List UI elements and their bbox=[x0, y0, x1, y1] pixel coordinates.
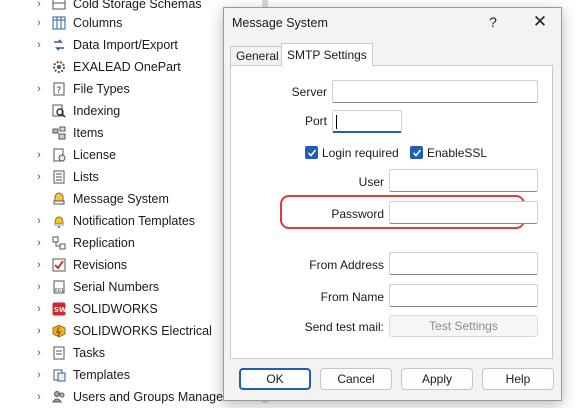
dialog-title: Message System bbox=[232, 16, 328, 30]
port-field[interactable] bbox=[332, 110, 402, 133]
check-icon bbox=[307, 148, 316, 157]
send-test-mail-label: Send test mail: bbox=[304, 320, 384, 334]
chevron-right-icon[interactable]: › bbox=[34, 0, 44, 11]
templates-icon bbox=[52, 368, 66, 382]
enable-ssl-checkbox[interactable] bbox=[410, 146, 423, 159]
chevron-right-icon[interactable]: › bbox=[34, 82, 44, 96]
notification-bell-icon bbox=[52, 214, 66, 228]
check-icon bbox=[412, 148, 421, 157]
user-label: User bbox=[358, 175, 384, 189]
data-import-export-icon bbox=[52, 38, 66, 52]
tree-item-label: Cold Storage Schemas bbox=[73, 0, 202, 11]
tree-item-label: File Types bbox=[73, 82, 130, 96]
password-label: Password bbox=[331, 207, 384, 221]
password-field[interactable] bbox=[389, 201, 538, 224]
chevron-right-icon[interactable]: › bbox=[34, 280, 44, 294]
tree-item-label: Lists bbox=[73, 170, 99, 184]
from-name-label: From Name bbox=[320, 290, 384, 304]
tree-item-label: Templates bbox=[73, 368, 130, 382]
chevron-right-icon[interactable]: › bbox=[34, 16, 44, 30]
apply-button[interactable]: Apply bbox=[401, 368, 473, 390]
tab-general[interactable]: General bbox=[230, 46, 285, 65]
chevron-right-icon[interactable]: › bbox=[34, 302, 44, 316]
tree-item-label: Replication bbox=[73, 236, 135, 250]
cold-storage-icon bbox=[52, 0, 66, 11]
lists-icon bbox=[52, 170, 66, 184]
message-system-icon bbox=[52, 192, 66, 206]
items-icon bbox=[52, 126, 66, 140]
gear-icon bbox=[52, 60, 66, 74]
chevron-right-icon[interactable]: › bbox=[34, 346, 44, 360]
chevron-right-icon[interactable]: › bbox=[34, 148, 44, 162]
tree-item-label: SOLIDWORKS bbox=[73, 302, 158, 316]
login-required-checkbox[interactable] bbox=[305, 146, 318, 159]
svg-text:SW: SW bbox=[54, 306, 66, 314]
serial-numbers-icon: 001 bbox=[52, 280, 66, 294]
indexing-icon bbox=[52, 104, 66, 118]
tree-item-label: License bbox=[73, 148, 117, 162]
cancel-button[interactable]: Cancel bbox=[320, 368, 392, 390]
chevron-right-icon[interactable]: › bbox=[34, 236, 44, 250]
columns-icon bbox=[52, 16, 66, 30]
replication-icon bbox=[52, 236, 66, 250]
tree-item-label: Indexing bbox=[73, 104, 121, 118]
from-address-field[interactable] bbox=[389, 252, 538, 275]
revisions-icon bbox=[52, 258, 66, 272]
tree-item-label: Message System bbox=[73, 192, 169, 206]
tree-item-label: SOLIDWORKS Electrical bbox=[73, 324, 212, 338]
tree-item-label: Data Import/Export bbox=[73, 38, 178, 52]
tree-item-label: EXALEAD OnePart bbox=[73, 60, 181, 74]
message-system-dialog: Message System ? ✕ General SMTP Settings… bbox=[223, 7, 562, 401]
license-icon bbox=[52, 148, 66, 162]
from-name-field[interactable] bbox=[389, 284, 538, 307]
server-field[interactable] bbox=[332, 80, 538, 103]
tree-item-label: Notification Templates bbox=[73, 214, 196, 228]
svg-text:001: 001 bbox=[55, 288, 65, 294]
file-types-icon: ? bbox=[52, 82, 66, 96]
user-field[interactable] bbox=[389, 169, 538, 192]
tab-smtp-settings[interactable]: SMTP Settings bbox=[281, 43, 373, 66]
test-settings-button[interactable]: Test Settings bbox=[389, 315, 538, 337]
close-icon[interactable]: ✕ bbox=[527, 10, 553, 34]
svg-text:?: ? bbox=[57, 86, 62, 96]
chevron-right-icon[interactable]: › bbox=[34, 324, 44, 338]
focus-underline bbox=[333, 131, 401, 133]
chevron-right-icon[interactable]: › bbox=[34, 258, 44, 272]
chevron-right-icon[interactable]: › bbox=[34, 214, 44, 228]
title-help-button[interactable]: ? bbox=[480, 10, 506, 34]
login-required-label[interactable]: Login required bbox=[322, 146, 399, 160]
chevron-right-icon[interactable]: › bbox=[34, 170, 44, 184]
help-button[interactable]: Help bbox=[482, 368, 554, 390]
chevron-right-icon[interactable]: › bbox=[34, 38, 44, 52]
enable-ssl-label[interactable]: EnableSSL bbox=[427, 146, 487, 160]
tree-item-label: Columns bbox=[73, 16, 123, 30]
chevron-right-icon[interactable]: › bbox=[34, 368, 44, 382]
tasks-icon bbox=[52, 346, 66, 360]
tree-item-label: Revisions bbox=[73, 258, 128, 272]
server-label: Server bbox=[291, 85, 327, 99]
port-label: Port bbox=[304, 114, 327, 128]
tree-item-label: Serial Numbers bbox=[73, 280, 160, 294]
chevron-right-icon[interactable]: › bbox=[34, 390, 44, 404]
tree-item-label: Items bbox=[73, 126, 104, 140]
solidworks-icon: SW bbox=[52, 302, 66, 316]
users-groups-icon bbox=[52, 390, 66, 404]
tree-item-label: Tasks bbox=[73, 346, 105, 360]
from-address-label: From Address bbox=[309, 258, 384, 272]
text-caret bbox=[336, 115, 337, 129]
solidworks-electrical-icon bbox=[52, 324, 66, 338]
ok-button[interactable]: OK bbox=[239, 368, 311, 390]
